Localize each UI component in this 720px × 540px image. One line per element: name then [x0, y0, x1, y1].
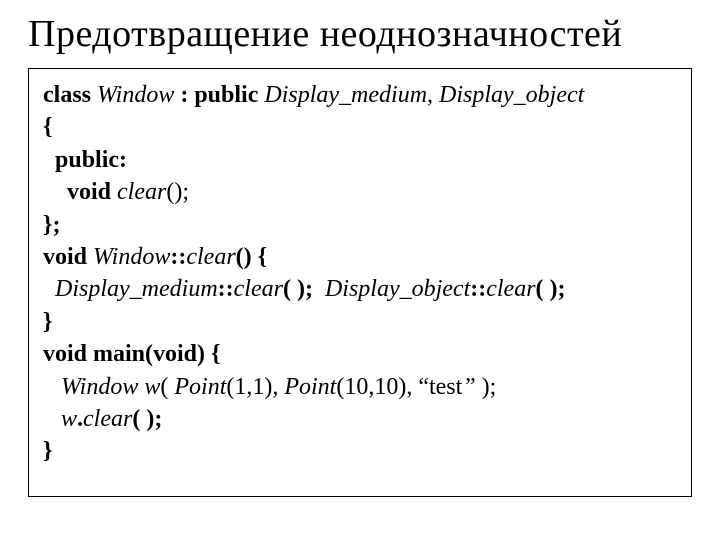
scope-op: ::	[170, 244, 186, 270]
parens: ();	[166, 179, 189, 205]
keyword-public: : public	[180, 82, 264, 108]
code-line-11: w.clear( );	[43, 403, 677, 435]
quote-open: “	[418, 374, 429, 400]
brace-close: }	[43, 438, 52, 464]
code-line-6: void Window::clear() {	[43, 241, 677, 273]
code-line-12: }	[43, 435, 677, 467]
base-classes: Display_medium, Display_object	[264, 82, 584, 108]
code-line-10: Window w( Point(1,1), Point(10,10), “tes…	[43, 371, 677, 403]
type-display-object: Display_object	[325, 276, 470, 302]
brace-open: {	[43, 114, 52, 140]
type-window: Window	[97, 82, 180, 108]
method-clear: clear	[486, 276, 535, 302]
code-line-8: }	[43, 306, 677, 338]
method-clear: clear	[234, 276, 283, 302]
code-line-5: };	[43, 209, 677, 241]
keyword-class: class	[43, 82, 97, 108]
var-window-w: Window w	[43, 374, 160, 400]
point-args-1: (1,1)	[226, 374, 272, 400]
keyword-void: void	[43, 244, 93, 270]
slide-title: Предотвращение неоднозначностей	[28, 12, 692, 56]
code-line-3: public:	[43, 144, 677, 176]
code-block: class Window : public Display_medium, Di…	[28, 68, 692, 497]
fn-open: () {	[236, 244, 267, 270]
call-sep: ( );	[283, 276, 325, 302]
type-point-2: , Point	[272, 374, 336, 400]
slide: Предотвращение неоднозначностей class Wi…	[0, 0, 720, 517]
code-line-2: {	[43, 111, 677, 143]
code-line-4: void clear();	[43, 176, 677, 208]
class-end: };	[43, 212, 60, 238]
var-w: w	[43, 406, 77, 432]
scope-op: ::	[470, 276, 486, 302]
code-line-7: Display_medium::clear( ); Display_object…	[43, 273, 677, 305]
main-decl: void main(void) {	[43, 341, 220, 367]
quote-close: ”	[462, 374, 481, 400]
scope-op: ::	[218, 276, 234, 302]
type-window: Window	[93, 244, 170, 270]
paren-open: (	[160, 374, 174, 400]
keyword-void: void	[43, 179, 117, 205]
method-clear: clear	[117, 179, 166, 205]
call-end: ( );	[536, 276, 566, 302]
brace-close: }	[43, 309, 52, 335]
point-args-2: (10,10),	[336, 374, 418, 400]
code-line-9: void main(void) {	[43, 338, 677, 370]
access-public: public:	[43, 147, 127, 173]
method-clear: clear	[83, 406, 132, 432]
code-line-1: class Window : public Display_medium, Di…	[43, 79, 677, 111]
stmt-end: );	[482, 374, 497, 400]
type-display-medium: Display_medium	[43, 276, 218, 302]
type-point: Point	[174, 374, 226, 400]
call-end: ( );	[132, 406, 162, 432]
method-clear: clear	[186, 244, 235, 270]
string-test: test	[429, 374, 462, 400]
